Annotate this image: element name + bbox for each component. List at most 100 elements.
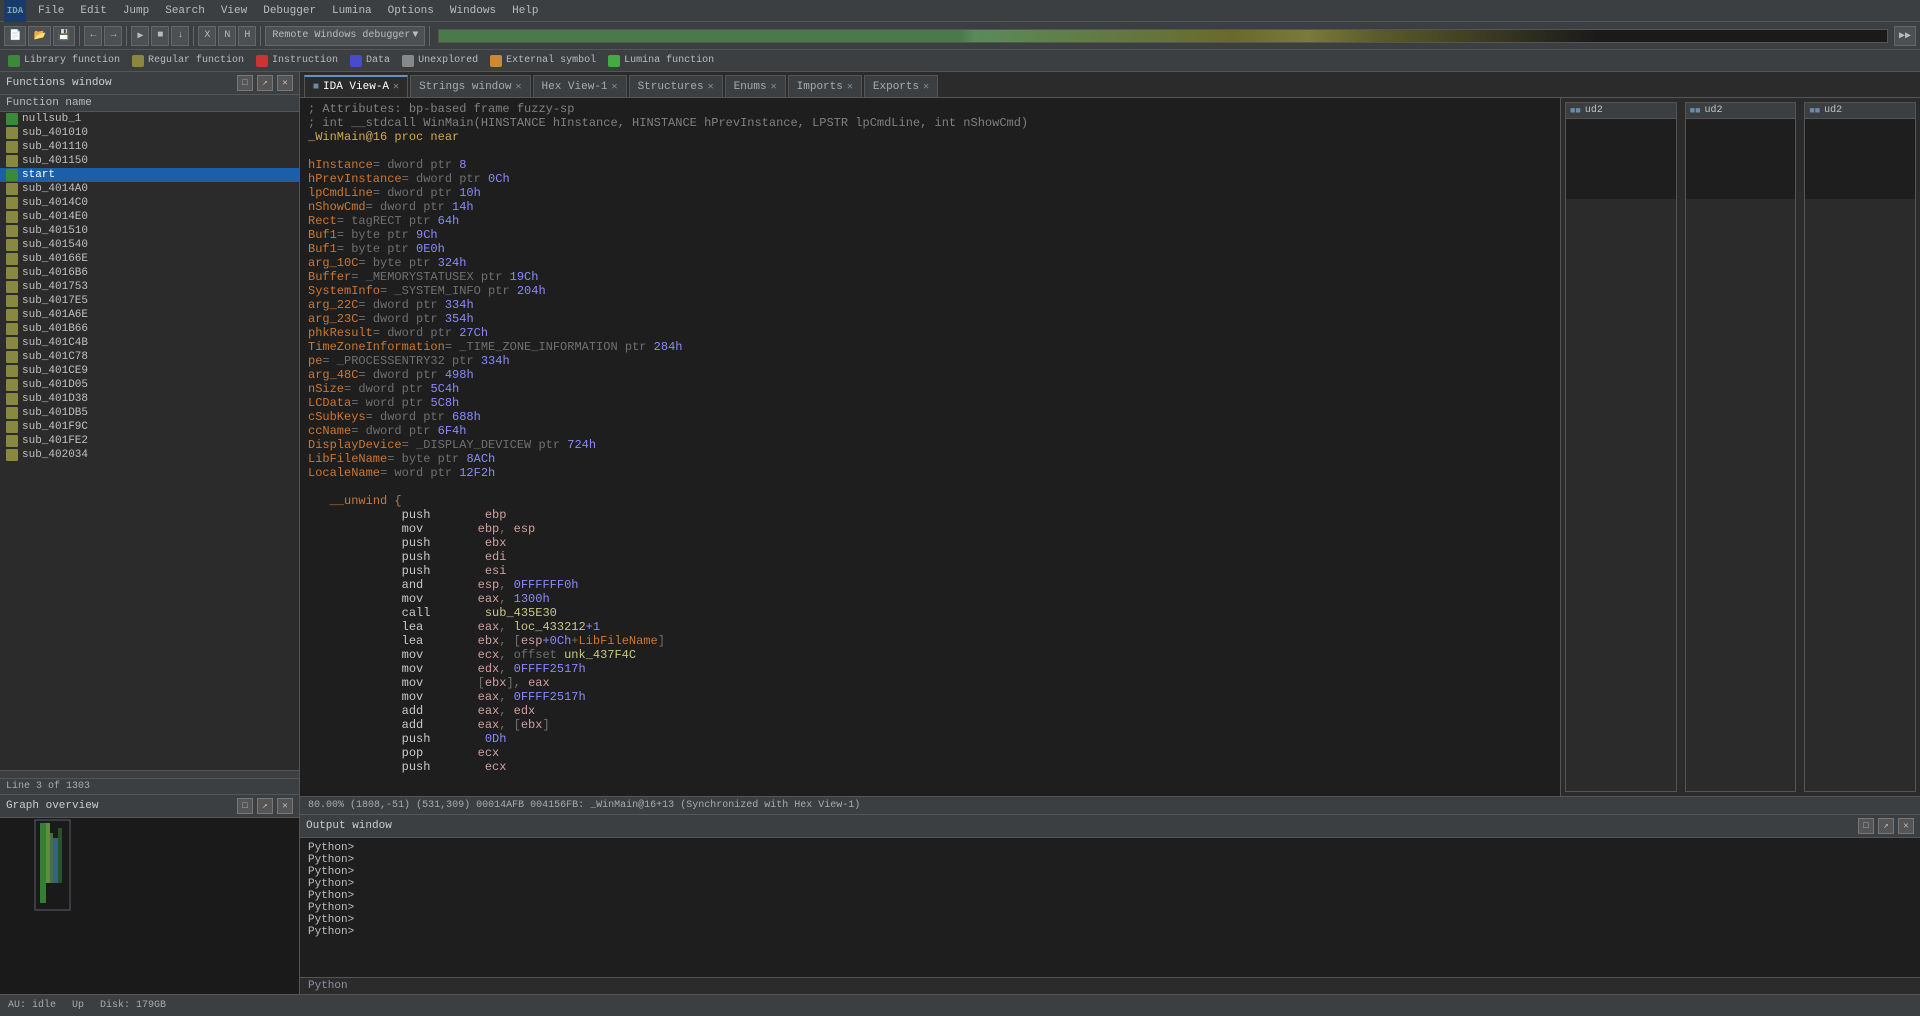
functions-list[interactable]: nullsub_1 sub_401010 sub_401110 sub_4011… <box>0 112 299 770</box>
disasm-var-timezone: TimeZoneInformation= _TIME_ZONE_INFORMAT… <box>300 340 1560 354</box>
toolbar-sep2 <box>126 26 127 46</box>
tab-structures[interactable]: Structures ✕ <box>629 75 723 97</box>
legend-unexplored-label: Unexplored <box>418 55 478 66</box>
menu-help[interactable]: Help <box>504 3 546 19</box>
toolbar-open[interactable]: 📂 <box>28 26 50 46</box>
tab-ida-close[interactable]: ✕ <box>393 81 399 93</box>
legend-lumina-label: Lumina function <box>624 55 714 66</box>
func-item-sub_401B66[interactable]: sub_401B66 <box>0 322 299 336</box>
func-item-sub_4014C0[interactable]: sub_4014C0 <box>0 196 299 210</box>
menu-lumina[interactable]: Lumina <box>324 3 380 19</box>
func-item-sub_40166E[interactable]: sub_40166E <box>0 252 299 266</box>
func-item-sub_401A6E[interactable]: sub_401A6E <box>0 308 299 322</box>
func-name-sub_401A6E: sub_401A6E <box>22 309 88 321</box>
functions-float[interactable]: ↗ <box>257 75 273 91</box>
output-close[interactable]: ✕ <box>1898 818 1914 834</box>
python-tab[interactable]: Python <box>300 977 1920 994</box>
menu-options[interactable]: Options <box>380 3 442 19</box>
func-item-start[interactable]: start <box>0 168 299 182</box>
func-item-sub_401C78[interactable]: sub_401C78 <box>0 350 299 364</box>
func-icon-reg8 <box>6 239 18 251</box>
toolbar-remote-debugger[interactable]: Remote Windows debugger ▼ <box>265 26 425 46</box>
ud2-header-2: ■■ ud2 <box>1686 103 1796 119</box>
func-item-sub_401FE2[interactable]: sub_401FE2 <box>0 434 299 448</box>
menu-windows[interactable]: Windows <box>442 3 504 19</box>
toolbar-hex[interactable]: H <box>238 26 256 46</box>
toolbar-save[interactable]: 💾 <box>53 26 75 46</box>
menu-edit[interactable]: Edit <box>72 3 114 19</box>
tab-ida-label: IDA View-A <box>323 81 389 93</box>
menu-view[interactable]: View <box>213 3 255 19</box>
graph-float[interactable]: ↗ <box>257 798 273 814</box>
tab-enums[interactable]: Enums ✕ <box>725 75 786 97</box>
func-name-sub_4016B6: sub_4016B6 <box>22 267 88 279</box>
func-item-sub_401010[interactable]: sub_401010 <box>0 126 299 140</box>
func-item-sub_401CE9[interactable]: sub_401CE9 <box>0 364 299 378</box>
func-item-sub_401C4B[interactable]: sub_401C4B <box>0 336 299 350</box>
func-item-sub_401753[interactable]: sub_401753 <box>0 280 299 294</box>
tab-hex-view[interactable]: Hex View-1 ✕ <box>533 75 627 97</box>
ud2-label-1: ud2 <box>1585 105 1603 116</box>
func-item-sub_401DB5[interactable]: sub_401DB5 <box>0 406 299 420</box>
disasm-var-nshow: nShowCmd= dword ptr 14h <box>300 200 1560 214</box>
func-item-sub_4017E5[interactable]: sub_4017E5 <box>0 294 299 308</box>
func-item-sub_401150[interactable]: sub_401150 <box>0 154 299 168</box>
graph-overview-title: Graph overview <box>6 800 98 812</box>
func-item-sub_4014E0[interactable]: sub_4014E0 <box>0 210 299 224</box>
func-item-sub_401D38[interactable]: sub_401D38 <box>0 392 299 406</box>
func-item-sub_4014A0[interactable]: sub_4014A0 <box>0 182 299 196</box>
disasm-var-hprev: hPrevInstance= dword ptr 0Ch <box>300 172 1560 186</box>
toolbar-step[interactable]: ↓ <box>171 26 189 46</box>
func-item-sub_401110[interactable]: sub_401110 <box>0 140 299 154</box>
func-item-sub_401F9C[interactable]: sub_401F9C <box>0 420 299 434</box>
disasm-view[interactable]: ; Attributes: bp-based frame fuzzy-sp ; … <box>300 98 1560 796</box>
func-item-nullsub_1[interactable]: nullsub_1 <box>0 112 299 126</box>
toolbar-xref[interactable]: X <box>198 26 216 46</box>
output-float[interactable]: ↗ <box>1878 818 1894 834</box>
bottom-panel: Output window □ ↗ ✕ Python> Python> Pyth… <box>300 814 1920 994</box>
functions-close[interactable]: ✕ <box>277 75 293 91</box>
menu-file[interactable]: File <box>30 3 72 19</box>
functions-controls: □ ↗ ✕ <box>237 75 293 91</box>
toolbar-stop[interactable]: ■ <box>151 26 169 46</box>
tab-strings-close[interactable]: ✕ <box>515 81 521 93</box>
functions-minimize[interactable]: □ <box>237 75 253 91</box>
graph-close[interactable]: ✕ <box>277 798 293 814</box>
tab-imports-close[interactable]: ✕ <box>847 81 853 93</box>
toolbar-new[interactable]: 📄 <box>4 26 26 46</box>
graph-minimize[interactable]: □ <box>237 798 253 814</box>
toolbar-forward[interactable]: → <box>104 26 122 46</box>
func-item-sub_402034[interactable]: sub_402034 <box>0 448 299 462</box>
tab-ida-view-a[interactable]: ■ IDA View-A ✕ <box>304 75 408 97</box>
toolbar-end[interactable]: ▶▶ <box>1894 26 1916 46</box>
output-restore[interactable]: □ <box>1858 818 1874 834</box>
tab-structures-close[interactable]: ✕ <box>708 81 714 93</box>
menu-search[interactable]: Search <box>157 3 213 19</box>
func-item-sub_401D05[interactable]: sub_401D05 <box>0 378 299 392</box>
func-icon-reg3 <box>6 155 18 167</box>
tab-enums-close[interactable]: ✕ <box>771 81 777 93</box>
toolbar-run[interactable]: ▶ <box>131 26 149 46</box>
disasm-instr-mov-eax-1300: mov eax, 1300h <box>300 592 1560 606</box>
func-icon-lib <box>6 113 18 125</box>
tab-exports-close[interactable]: ✕ <box>923 81 929 93</box>
menu-debugger[interactable]: Debugger <box>255 3 324 19</box>
status-addr2: 00014AFB <box>476 800 524 811</box>
functions-scrollbar-h[interactable] <box>0 770 299 778</box>
tab-exports[interactable]: Exports ✕ <box>864 75 938 97</box>
tab-hex-close[interactable]: ✕ <box>612 81 618 93</box>
ud2-header-3: ■■ ud2 <box>1805 103 1915 119</box>
func-icon-reg6 <box>6 211 18 223</box>
output-content[interactable]: Python> Python> Python> Python> Python> … <box>300 838 1920 977</box>
tab-imports[interactable]: Imports ✕ <box>788 75 862 97</box>
func-item-sub_401540[interactable]: sub_401540 <box>0 238 299 252</box>
func-item-sub_4016B6[interactable]: sub_4016B6 <box>0 266 299 280</box>
graph-overview-controls: □ ↗ ✕ <box>237 798 293 814</box>
toolbar-back[interactable]: ← <box>84 26 102 46</box>
func-item-sub_401510[interactable]: sub_401510 <box>0 224 299 238</box>
toolbar-names[interactable]: N <box>218 26 236 46</box>
tab-exports-label: Exports <box>873 81 919 93</box>
tab-strings[interactable]: Strings window ✕ <box>410 75 530 97</box>
menu-jump[interactable]: Jump <box>115 3 157 19</box>
func-name-sub_4014E0: sub_4014E0 <box>22 211 88 223</box>
